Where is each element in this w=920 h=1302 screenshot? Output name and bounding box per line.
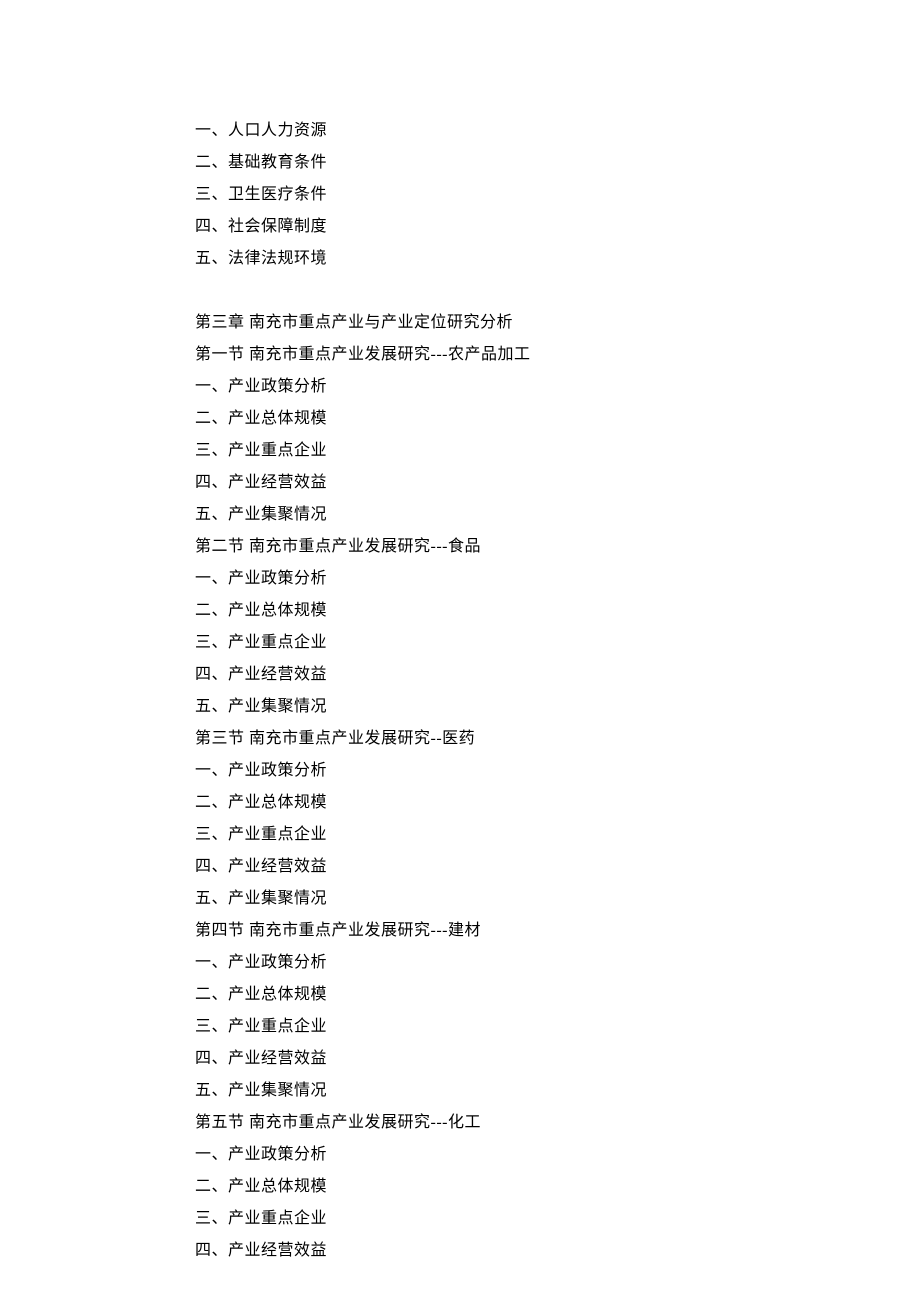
toc-item: 三、卫生医疗条件 [195,179,920,211]
toc-item: 五、法律法规环境 [195,243,920,275]
toc-item: 四、产业经营效益 [195,851,920,883]
chapter-heading: 第三章 南充市重点产业与产业定位研究分析 [195,307,920,339]
section-heading: 第三节 南充市重点产业发展研究--医药 [195,723,920,755]
document-content: 一、人口人力资源 二、基础教育条件 三、卫生医疗条件 四、社会保障制度 五、法律… [195,115,920,1267]
toc-item: 三、产业重点企业 [195,435,920,467]
toc-item: 三、产业重点企业 [195,819,920,851]
toc-item: 二、产业总体规模 [195,1171,920,1203]
section-heading: 第四节 南充市重点产业发展研究---建材 [195,915,920,947]
toc-item: 五、产业集聚情况 [195,691,920,723]
toc-item: 一、产业政策分析 [195,755,920,787]
toc-item: 三、产业重点企业 [195,1203,920,1235]
toc-item: 二、基础教育条件 [195,147,920,179]
toc-item: 二、产业总体规模 [195,787,920,819]
toc-item: 四、社会保障制度 [195,211,920,243]
toc-item: 四、产业经营效益 [195,1235,920,1267]
blank-line [195,275,920,307]
section-heading: 第五节 南充市重点产业发展研究---化工 [195,1107,920,1139]
toc-item: 五、产业集聚情况 [195,1075,920,1107]
toc-item: 四、产业经营效益 [195,1043,920,1075]
toc-item: 二、产业总体规模 [195,979,920,1011]
section-heading: 第二节 南充市重点产业发展研究---食品 [195,531,920,563]
toc-item: 三、产业重点企业 [195,627,920,659]
toc-item: 五、产业集聚情况 [195,499,920,531]
toc-item: 一、产业政策分析 [195,371,920,403]
toc-item: 四、产业经营效益 [195,659,920,691]
toc-item: 三、产业重点企业 [195,1011,920,1043]
toc-item: 一、产业政策分析 [195,1139,920,1171]
toc-item: 一、产业政策分析 [195,947,920,979]
toc-item: 二、产业总体规模 [195,403,920,435]
toc-item: 二、产业总体规模 [195,595,920,627]
section-heading: 第一节 南充市重点产业发展研究---农产品加工 [195,339,920,371]
toc-item: 一、产业政策分析 [195,563,920,595]
toc-item: 五、产业集聚情况 [195,883,920,915]
toc-item: 四、产业经营效益 [195,467,920,499]
toc-item: 一、人口人力资源 [195,115,920,147]
